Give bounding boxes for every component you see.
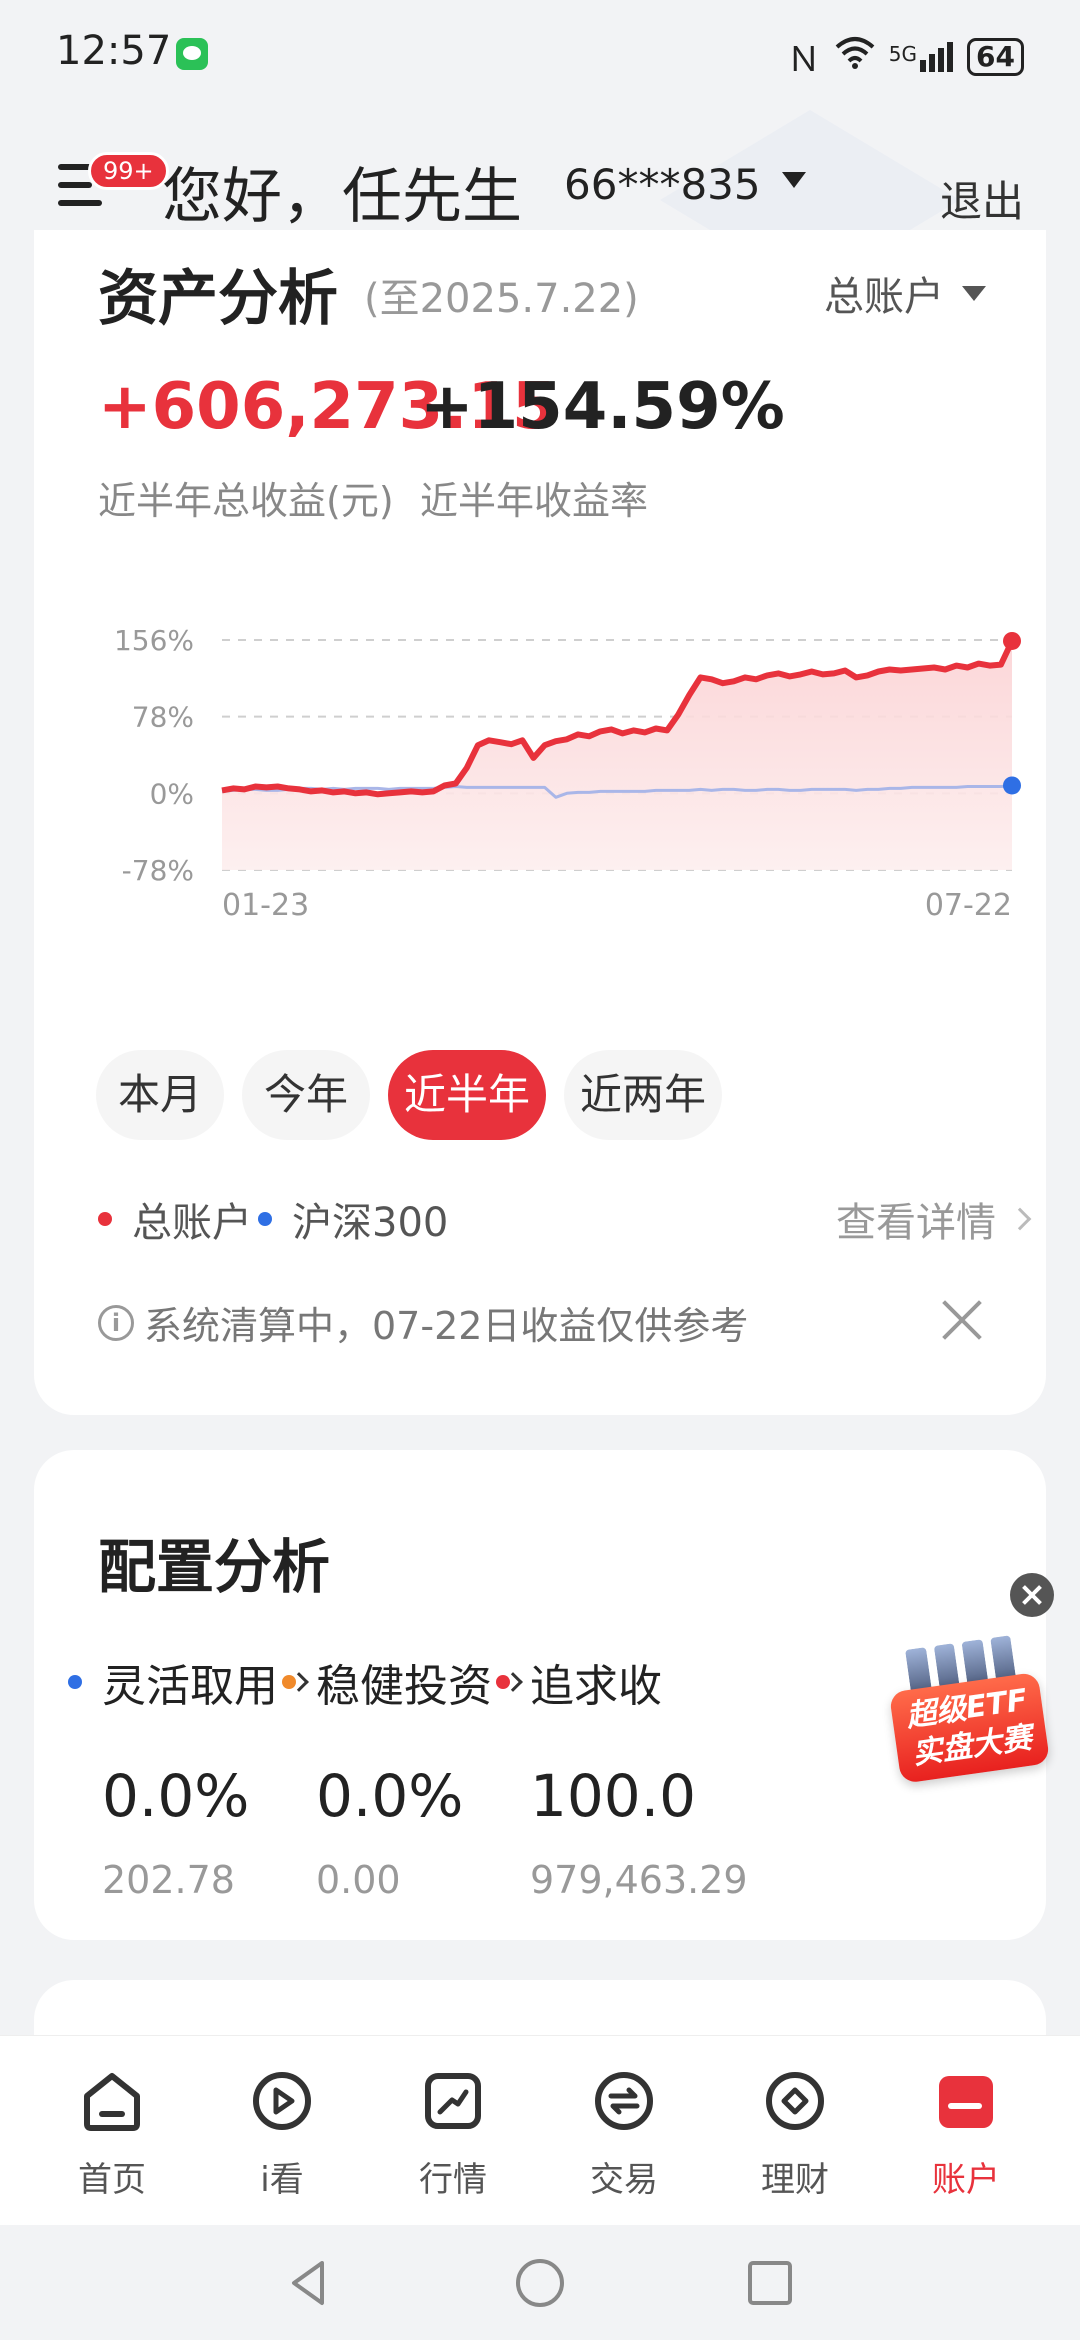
legend-csi300: 沪深300 [258,1190,448,1248]
nav-trade-label: 交易 [590,2160,658,2200]
nav-wealth[interactable]: 理财 [735,2066,855,2201]
nav-account[interactable]: 账户 [906,2066,1026,2201]
nav-market-label: 行情 [419,2160,487,2200]
nav-market[interactable]: 行情 [393,2066,513,2201]
period-tab-this-year[interactable]: 今年 [242,1050,370,1140]
network-type: 5G [888,41,918,66]
nav-account-label: 账户 [932,2160,1000,2200]
status-bar: 12:57 Ｎ 5G 64 [0,0,1080,110]
legend-dot-red [98,1212,112,1226]
message-badge[interactable]: 99+ [88,152,169,190]
wechat-notification-icon [176,38,208,70]
bottom-nav: 首页 i看 行情 交易 理财 账户 [0,2035,1080,2225]
allocation-name-text: 灵活取用 [102,1661,278,1712]
y-tick-label: 78% [132,701,194,734]
wifi-icon [835,35,875,78]
asset-analysis-date: (至2025.7.22) [364,276,639,322]
etf-contest-ad[interactable]: 超级ETF 实盘大赛 [883,1630,1051,1790]
home-circle-icon[interactable] [510,2253,570,2313]
allocation-name-text: 追求收 [530,1661,662,1712]
chart-endpoint-total-account [1003,631,1021,650]
nav-home-label: 首页 [78,2160,146,2200]
chevron-right-icon [1008,1207,1032,1231]
x-tick-label: 01-23 [222,888,309,923]
logout-button[interactable]: 退出 [940,168,1024,229]
header: 99+ 您好，任先生 66***835 退出 [0,110,1080,250]
back-icon[interactable] [280,2253,340,2313]
profit-chart[interactable]: 156% 78% 0% -78% 01-23 07-22 [84,580,1044,960]
period-tabs: 本月 今年 近半年 近两年 [96,1050,1026,1142]
nav-i-watch[interactable]: i看 [222,2066,342,2201]
allocation-name: 追求收 [496,1650,816,1714]
signal-icon: 5G [888,41,954,72]
account-dropdown-icon[interactable] [782,172,806,188]
allocation-title: 配置分析 [98,1533,331,1601]
total-profit-label: 近半年总收益(元) [98,479,394,523]
allocation-name-text: 稳健投资 [316,1661,492,1712]
account-selector[interactable]: 总账户 [824,264,986,322]
trade-exchange-icon [595,2072,653,2130]
legend-csi300-label: 沪深300 [292,1200,449,1246]
info-icon: i [98,1304,134,1341]
allocation-amount: 979,463.29 [530,1858,748,1902]
market-trend-icon [425,2073,481,2129]
status-icons: Ｎ 5G 64 [787,32,1024,81]
nav-home[interactable]: 首页 [52,2066,172,2201]
legend-total-account: 总账户 [98,1190,252,1248]
return-rate-label: 近半年收益率 [420,479,649,523]
legend-total-account-label: 总账户 [132,1200,252,1246]
account-selector-caret-icon [962,285,986,301]
legend-dot-blue [258,1212,272,1226]
account-icon [939,2076,993,2128]
chart-area-total-account [222,641,1012,870]
close-ad-icon[interactable] [1010,1573,1054,1617]
account-number[interactable]: 66***835 [564,160,761,209]
system-nav-bar [0,2225,1080,2340]
y-tick-label: 156% [114,624,194,657]
allocation-dot [282,1675,296,1689]
x-tick-label: 07-22 [925,888,1012,923]
ad-text: 超级ETF 实盘大赛 [888,1671,1051,1784]
notice-text: 系统清算中，07-22日收益仅供参考 [144,1304,749,1348]
profit-chart-svg: 156% 78% 0% -78% 01-23 07-22 [114,624,1021,923]
nav-i-watch-label: i看 [260,2160,304,2200]
allocation-item-growth[interactable]: 追求收 100.0 979,463.29 [496,1650,816,1902]
return-rate-value: +154.59% [420,370,785,444]
y-tick-label: -78% [122,854,194,887]
recents-icon[interactable] [740,2253,800,2313]
account-selector-label: 总账户 [824,274,944,320]
view-details-link[interactable]: 查看详情 [836,1190,1032,1248]
allocation-dot [68,1675,82,1689]
status-time: 12:57 [56,28,172,74]
allocation-dot [496,1675,510,1689]
period-tab-two-years[interactable]: 近两年 [564,1050,722,1140]
view-details-label: 查看详情 [836,1200,996,1246]
period-tab-half-year[interactable]: 近半年 [388,1050,546,1140]
asset-analysis-card: 资产分析 (至2025.7.22) 总账户 +606,273.15 近半年总收益… [34,230,1046,1415]
play-icon [253,2072,311,2130]
allocation-percent: 100.0 [530,1762,697,1830]
period-tab-this-month[interactable]: 本月 [96,1050,224,1140]
asset-analysis-title: 资产分析 [98,264,338,334]
close-notice-icon[interactable] [940,1298,984,1342]
settlement-notice: i 系统清算中，07-22日收益仅供参考 [98,1295,748,1350]
nav-trade[interactable]: 交易 [564,2066,684,2201]
y-tick-label: 0% [150,777,194,810]
greeting: 您好，任先生 [162,162,522,232]
chart-endpoint-csi300 [1003,776,1021,795]
nav-wealth-label: 理财 [761,2160,829,2200]
battery-icon: 64 [967,37,1024,76]
home-icon [84,2073,140,2131]
nfc-icon: Ｎ [786,40,821,80]
wealth-diamond-icon [766,2072,824,2130]
chart-legend: 总账户 沪深300 查看详情 [98,1190,1032,1250]
